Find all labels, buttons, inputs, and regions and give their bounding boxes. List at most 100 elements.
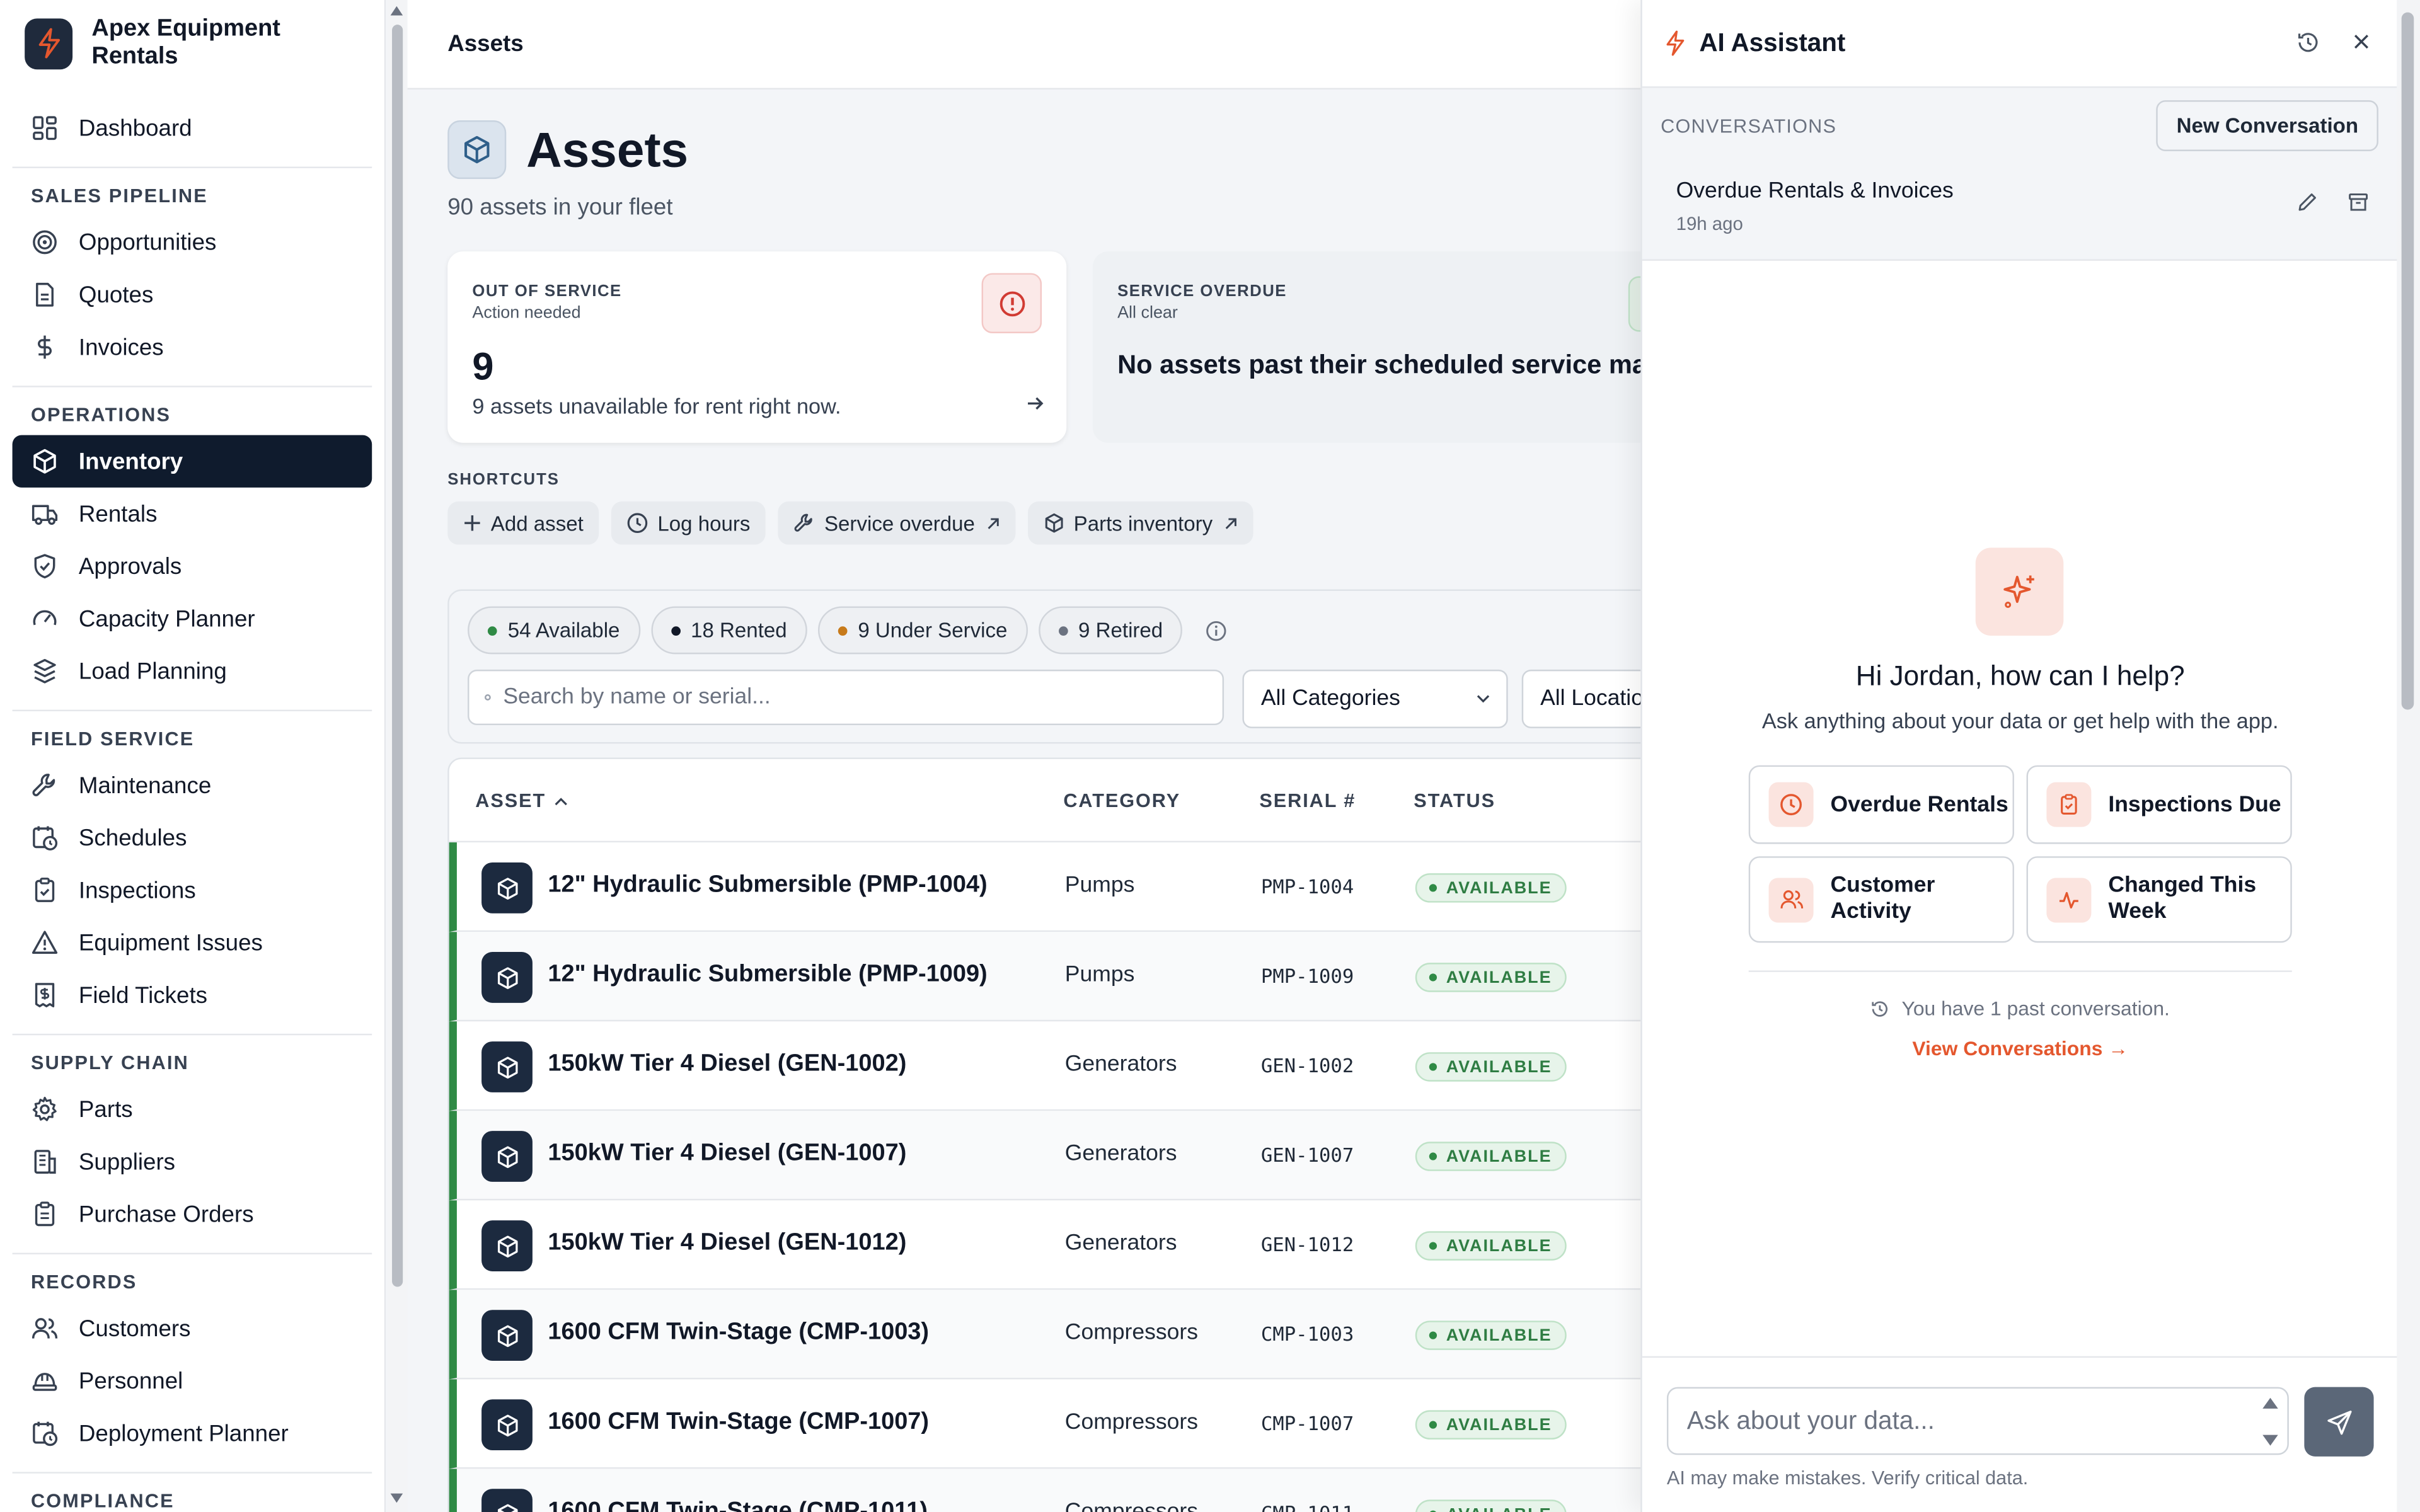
sidebar-item-invoices[interactable]: Invoices xyxy=(13,321,372,373)
sidebar-item-suppliers[interactable]: Suppliers xyxy=(13,1135,372,1188)
close-icon[interactable] xyxy=(2351,31,2372,52)
spinner-up-icon[interactable] xyxy=(2262,1397,2278,1409)
sidebar-item-parts[interactable]: Parts xyxy=(13,1083,372,1135)
clipboard-list-icon xyxy=(35,1201,55,1227)
history-icon xyxy=(1872,1000,1888,1016)
conversation-item[interactable]: Overdue Rentals & Invoices 19h ago xyxy=(1661,166,2380,243)
scroll-thumb[interactable] xyxy=(2401,12,2414,710)
filter-available[interactable]: 54 Available xyxy=(468,606,640,655)
chip-label: Log hours xyxy=(657,511,751,535)
ai-input-box[interactable] xyxy=(1666,1387,2289,1455)
sidebar-item-schedules[interactable]: Schedules xyxy=(13,811,372,864)
page-scrollbar[interactable] xyxy=(2397,0,2420,1512)
dollar-icon xyxy=(38,335,52,359)
asset-name[interactable]: 150kW Tier 4 Diesel (GEN-1002) xyxy=(548,1051,906,1079)
new-conversation-button[interactable]: New Conversation xyxy=(2156,100,2378,152)
building-icon xyxy=(34,1150,56,1174)
scroll-thumb[interactable] xyxy=(392,25,403,1287)
prompt-changed-this-week[interactable]: Changed This Week xyxy=(2026,856,2292,943)
page-header: Assets xyxy=(447,120,688,180)
category-select[interactable]: All Categories xyxy=(1242,669,1508,728)
asset-name[interactable]: 150kW Tier 4 Diesel (GEN-1012) xyxy=(548,1230,906,1257)
send-button[interactable] xyxy=(2304,1387,2374,1457)
spinner-down-icon[interactable] xyxy=(2262,1435,2278,1446)
sidebar-item-personnel[interactable]: Personnel xyxy=(13,1354,372,1407)
asset-name[interactable]: 1600 CFM Twin-Stage (CMP-1003) xyxy=(548,1319,929,1347)
filter-under-service[interactable]: 9 Under Service xyxy=(817,606,1028,655)
out-of-service-card[interactable]: OUT OF SERVICE Action needed 9 9 assets … xyxy=(447,251,1067,443)
search-input[interactable] xyxy=(503,685,1182,710)
asset-name[interactable]: 12" Hydraulic Submersible (PMP-1004) xyxy=(548,872,987,900)
arrow-right-icon[interactable] xyxy=(1025,393,1045,421)
ai-input[interactable] xyxy=(1686,1406,2258,1436)
brand[interactable]: Apex Equipment Rentals xyxy=(0,0,384,86)
prompt-overdue-rentals[interactable]: Overdue Rentals xyxy=(1748,765,2014,844)
filter-rented[interactable]: 18 Rented xyxy=(650,606,807,655)
scroll-up-arrow-icon[interactable] xyxy=(390,6,403,16)
asset-name[interactable]: 150kW Tier 4 Diesel (GEN-1007) xyxy=(548,1140,906,1168)
asset-category: Compressors xyxy=(1065,1499,1198,1512)
card-label: OUT OF SERVICE xyxy=(472,282,622,301)
clipboard-check-icon xyxy=(35,878,55,902)
sidebar-item-inspections[interactable]: Inspections xyxy=(13,864,372,916)
section-supply-chain: SUPPLY CHAIN xyxy=(30,1052,190,1074)
add-asset-button[interactable]: Add asset xyxy=(447,501,599,545)
table-row[interactable]: 150kW Tier 4 Diesel (GEN-1002) Generators… xyxy=(449,1021,1642,1111)
sidebar-scrollbar[interactable] xyxy=(387,0,408,1512)
table-row[interactable]: 1600 CFM Twin-Stage (CMP-1003) Compressor… xyxy=(449,1290,1642,1380)
parts-inventory-link[interactable]: Parts inventory xyxy=(1027,501,1253,545)
asset-name[interactable]: 1600 CFM Twin-Stage (CMP-1007) xyxy=(548,1409,929,1436)
asset-serial: PMP-1004 xyxy=(1260,874,1354,898)
table-row[interactable]: 12" Hydraulic Submersible (PMP-1004) Pump… xyxy=(449,842,1642,932)
column-serial[interactable]: SERIAL # xyxy=(1259,790,1356,811)
sidebar-item-rentals[interactable]: Rentals xyxy=(13,488,372,540)
column-status[interactable]: STATUS xyxy=(1414,790,1495,811)
box-icon xyxy=(481,1399,533,1451)
sidebar-item-customers[interactable]: Customers xyxy=(13,1302,372,1354)
box-icon xyxy=(481,1131,533,1182)
asset-name[interactable]: 1600 CFM Twin-Stage (CMP-1011) xyxy=(548,1498,928,1512)
archive-icon[interactable] xyxy=(2348,192,2369,213)
column-asset[interactable]: ASSET xyxy=(475,790,567,811)
sidebar-item-maintenance[interactable]: Maintenance xyxy=(13,759,372,811)
asset-name[interactable]: 12" Hydraulic Submersible (PMP-1009) xyxy=(548,961,987,989)
history-icon[interactable] xyxy=(2296,31,2320,54)
receipt-dollar-icon xyxy=(35,983,55,1007)
sidebar-item-field-tickets[interactable]: Field Tickets xyxy=(13,969,372,1021)
asset-serial: CMP-1011 xyxy=(1261,1501,1354,1512)
prompt-inspections-due[interactable]: Inspections Due xyxy=(2026,765,2292,844)
status-dot xyxy=(1429,1421,1438,1429)
service-overdue-link[interactable]: Service overdue xyxy=(778,501,1015,545)
box-icon xyxy=(481,952,533,1003)
table-row[interactable]: 12" Hydraulic Submersible (PMP-1009) Pump… xyxy=(449,932,1642,1022)
sidebar-item-dashboard[interactable]: Dashboard xyxy=(13,102,372,154)
sidebar-item-load-planning[interactable]: Load Planning xyxy=(13,645,372,697)
status-label: AVAILABLE xyxy=(1446,1505,1552,1512)
log-hours-button[interactable]: Log hours xyxy=(611,501,766,545)
prompt-customer-activity[interactable]: Customer Activity xyxy=(1748,856,2014,943)
table-row[interactable]: 1600 CFM Twin-Stage (CMP-1011) Compressor… xyxy=(449,1469,1642,1512)
input-spinner[interactable] xyxy=(2262,1395,2278,1447)
column-category[interactable]: CATEGORY xyxy=(1063,790,1180,811)
sidebar-item-equipment-issues[interactable]: Equipment Issues xyxy=(13,917,372,969)
info-icon[interactable] xyxy=(1206,619,1228,641)
search-box[interactable] xyxy=(468,669,1224,726)
edit-pencil-icon[interactable] xyxy=(2296,192,2318,213)
scroll-down-arrow-icon[interactable] xyxy=(390,1493,403,1503)
sidebar-item-quotes[interactable]: Quotes xyxy=(13,268,372,321)
location-select[interactable]: All Locatio xyxy=(1521,669,1642,728)
service-overdue-card[interactable]: SERVICE OVERDUE All clear No assets past… xyxy=(1092,251,1642,443)
view-conversations-link[interactable]: View Conversations → xyxy=(1642,1037,2399,1060)
sidebar-item-capacity-planner[interactable]: Capacity Planner xyxy=(13,592,372,644)
table-row[interactable]: 1600 CFM Twin-Stage (CMP-1007) Compressor… xyxy=(449,1379,1642,1469)
filter-retired[interactable]: 9 Retired xyxy=(1038,606,1184,655)
sidebar-item-deployment-planner[interactable]: Deployment Planner xyxy=(13,1407,372,1459)
table-row[interactable]: 150kW Tier 4 Diesel (GEN-1007) Generators… xyxy=(449,1111,1642,1201)
shortcuts-bar: Add asset Log hours Service overdue Part… xyxy=(447,501,1253,545)
table-header: ASSET CATEGORY SERIAL # STATUS xyxy=(449,759,1642,843)
sidebar-item-opportunities[interactable]: Opportunities xyxy=(13,216,372,268)
table-row[interactable]: 150kW Tier 4 Diesel (GEN-1012) Generators… xyxy=(449,1200,1642,1290)
sidebar-item-inventory[interactable]: Inventory xyxy=(12,435,372,488)
sidebar-item-purchase-orders[interactable]: Purchase Orders xyxy=(13,1188,372,1240)
sidebar-item-approvals[interactable]: Approvals xyxy=(13,540,372,592)
